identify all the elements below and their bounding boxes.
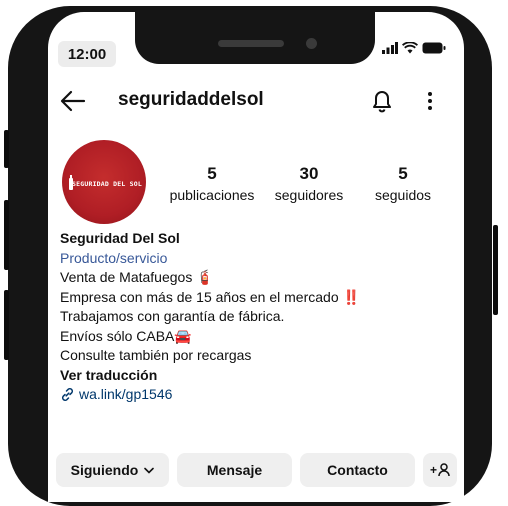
wifi-icon xyxy=(402,42,418,54)
bio-line: Consulte también por recargas xyxy=(60,347,252,363)
stat-followers-value: 30 xyxy=(299,164,319,183)
bio-line: Empresa con más de 15 años en el mercado… xyxy=(60,288,360,305)
phone-notch xyxy=(135,6,375,64)
following-button-label: Siguiendo xyxy=(70,462,139,478)
signal-icon xyxy=(382,42,398,54)
stat-followers[interactable]: 30 seguidores xyxy=(271,164,347,203)
profile-actions: Siguiendo Mensaje Contacto + xyxy=(56,453,457,487)
phone-side-button xyxy=(493,225,498,315)
message-button[interactable]: Mensaje xyxy=(177,453,292,487)
link-icon xyxy=(61,388,74,402)
bio-line: Trabajamos con garantía de fábrica. xyxy=(60,308,285,324)
notifications-bell-icon[interactable] xyxy=(371,88,393,114)
phone-side-button xyxy=(4,200,9,270)
stat-posts[interactable]: 5 publicaciones xyxy=(166,164,258,203)
stat-followers-label: seguidores xyxy=(274,187,344,203)
stat-following-label: seguidos xyxy=(374,187,432,203)
profile-bio: Seguridad Del Sol Producto/servicio Vent… xyxy=(60,229,460,405)
profile-avatar[interactable]: SEGURIDAD DEL SOL xyxy=(62,140,146,224)
front-camera xyxy=(306,38,317,49)
contact-button-label: Contacto xyxy=(327,462,388,478)
chevron-down-icon xyxy=(144,467,155,474)
bio-website-link[interactable]: wa.link/gp1546 xyxy=(60,385,460,405)
avatar-logo-text: SEGURIDAD DEL SOL xyxy=(72,180,142,188)
add-user-icon xyxy=(438,463,450,477)
following-button[interactable]: Siguiendo xyxy=(56,453,169,487)
status-time: 12:00 xyxy=(58,41,116,67)
bio-website-url: wa.link/gp1546 xyxy=(79,386,173,402)
status-icons xyxy=(382,40,446,56)
add-user-plus: + xyxy=(429,463,437,477)
see-translation-link[interactable]: Ver traducción xyxy=(60,366,460,386)
speaker xyxy=(218,40,284,47)
more-options-icon[interactable] xyxy=(427,91,433,111)
profile-username: seguridaddelsol xyxy=(118,89,264,110)
stat-posts-label: publicaciones xyxy=(169,187,255,203)
bio-line: Venta de Matafuegos 🧯 xyxy=(60,269,214,285)
suggest-users-button[interactable]: + xyxy=(423,453,457,487)
bio-name: Seguridad Del Sol xyxy=(60,230,180,246)
contact-button[interactable]: Contacto xyxy=(300,453,415,487)
stat-following-value: 5 xyxy=(398,164,408,183)
phone-side-button xyxy=(4,130,9,168)
bio-category[interactable]: Producto/servicio xyxy=(60,249,460,269)
message-button-label: Mensaje xyxy=(206,462,263,478)
bio-line: Envíos sólo CABA🚘 xyxy=(60,327,192,344)
stat-posts-value: 5 xyxy=(207,164,217,183)
stat-following[interactable]: 5 seguidos xyxy=(371,164,435,203)
back-arrow-icon[interactable] xyxy=(60,90,86,112)
phone-side-button xyxy=(4,290,9,360)
battery-icon xyxy=(422,42,446,54)
